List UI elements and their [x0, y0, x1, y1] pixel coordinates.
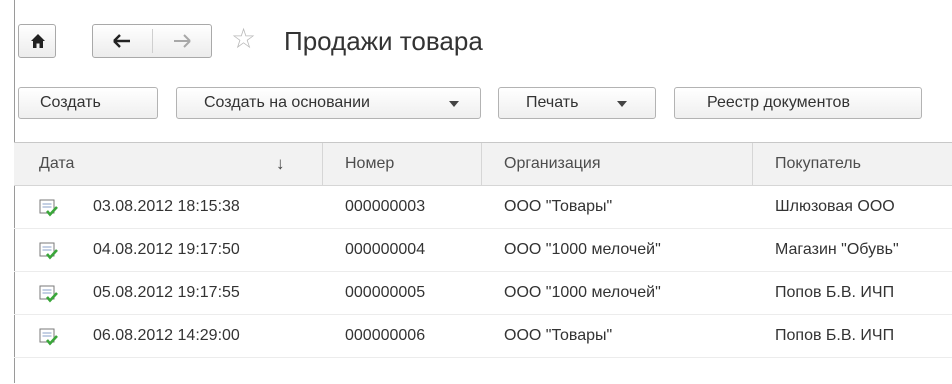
cell-number: 000000006: [345, 327, 426, 344]
create-based-on-label: Создать на основании: [204, 94, 370, 111]
cell-organization: ООО "1000 мелочей": [504, 241, 661, 258]
cell-date: 06.08.2012 14:29:00: [93, 327, 240, 344]
posted-document-icon: [39, 285, 58, 303]
home-button[interactable]: [18, 24, 56, 58]
sort-descending-icon[interactable]: ↓: [276, 143, 285, 185]
cell-organization: ООО "1000 мелочей": [504, 284, 661, 301]
cell-organization: ООО "Товары": [504, 198, 613, 215]
cell-number: 000000004: [345, 241, 426, 258]
cell-buyer: Попов Б.В. ИЧП: [775, 284, 895, 301]
back-button[interactable]: [93, 25, 152, 57]
cell-date: 04.08.2012 19:17:50: [93, 241, 240, 258]
cell-buyer: Шлюзовая ООО: [775, 198, 895, 215]
documents-table: Дата ↓ Номер Организация Покупатель 03.0…: [14, 142, 952, 384]
column-header-number[interactable]: Номер: [345, 143, 394, 185]
table-row[interactable]: 04.08.2012 19:17:50 000000004 ООО "1000 …: [14, 229, 952, 272]
table-header: Дата ↓ Номер Организация Покупатель: [14, 143, 952, 186]
posted-document-icon: [39, 199, 58, 217]
cell-date: 05.08.2012 19:17:55: [93, 284, 240, 301]
create-based-on-button[interactable]: Создать на основании: [176, 87, 481, 119]
document-register-button[interactable]: Реестр документов: [674, 87, 922, 119]
forward-button[interactable]: [153, 25, 212, 57]
column-header-organization[interactable]: Организация: [504, 143, 601, 185]
chevron-down-icon: [617, 101, 627, 107]
cell-organization: ООО "Товары": [504, 327, 613, 344]
column-separator: [322, 143, 323, 185]
star-outline-icon[interactable]: ☆: [231, 22, 256, 56]
document-register-label: Реестр документов: [707, 94, 850, 111]
navigation-group: [92, 24, 212, 58]
chevron-down-icon: [449, 101, 459, 107]
cell-number: 000000003: [345, 198, 426, 215]
cell-buyer: Попов Б.В. ИЧП: [775, 327, 895, 344]
column-header-date[interactable]: Дата: [39, 143, 74, 185]
create-button-label: Создать: [40, 94, 101, 111]
create-button[interactable]: Создать: [18, 87, 158, 119]
cell-number: 000000005: [345, 284, 426, 301]
home-icon: [31, 34, 45, 48]
posted-document-icon: [39, 242, 58, 260]
table-row[interactable]: 05.08.2012 19:17:55 000000005 ООО "1000 …: [14, 272, 952, 315]
page-title: Продажи товара: [284, 26, 483, 56]
arrow-right-icon: [174, 34, 191, 48]
cell-date: 03.08.2012 18:15:38: [93, 198, 240, 215]
column-separator: [481, 143, 482, 185]
print-button-label: Печать: [526, 94, 579, 111]
table-row[interactable]: 03.08.2012 18:15:38 000000003 ООО "Товар…: [14, 186, 952, 229]
arrow-left-icon: [113, 34, 130, 48]
posted-document-icon: [39, 328, 58, 346]
cell-buyer: Магазин "Обувь": [775, 241, 899, 258]
print-button[interactable]: Печать: [498, 87, 656, 119]
column-header-buyer[interactable]: Покупатель: [775, 143, 861, 185]
table-row[interactable]: 06.08.2012 14:29:00 000000006 ООО "Товар…: [14, 315, 952, 358]
column-separator: [752, 143, 753, 185]
